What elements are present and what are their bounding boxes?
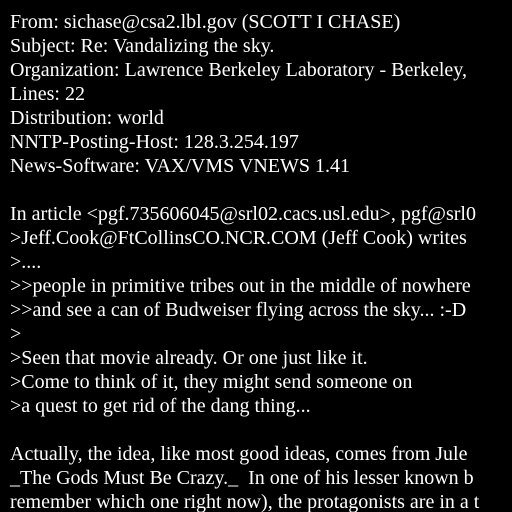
header-organization: Organization: Lawrence Berkeley Laborato… [10, 59, 468, 81]
quoted-line: >a quest to get rid of the dang thing... [10, 395, 311, 417]
post-text: From: sichase@csa2.lbl.gov (SCOTT I CHAS… [10, 10, 512, 512]
quoted-line: >>people in primitive tribes out in the … [10, 275, 471, 297]
quoted-line: >Seen that movie already. Or one just li… [10, 347, 368, 369]
header-distribution: Distribution: world [10, 107, 164, 129]
header-subject: Subject: Re: Vandalizing the sky. [10, 35, 275, 57]
header-from: From: sichase@csa2.lbl.gov (SCOTT I CHAS… [10, 11, 401, 33]
header-nntp-posting-host: NNTP-Posting-Host: 128.3.254.197 [10, 131, 299, 153]
quoted-line: >Come to think of it, they might send so… [10, 371, 413, 393]
quoted-line: >Jeff.Cook@FtCollinsCO.NCR.COM (Jeff Coo… [10, 227, 467, 249]
quoted-line: > [10, 323, 22, 345]
quoted-line: >.... [10, 251, 42, 273]
body-line: _The Gods Must Be Crazy._ In one of his … [10, 467, 474, 489]
body-line: Actually, the idea, like most good ideas… [10, 443, 468, 465]
newsgroup-post-view: From: sichase@csa2.lbl.gov (SCOTT I CHAS… [0, 0, 512, 512]
header-lines: Lines: 22 [10, 83, 85, 105]
quoted-line: >>and see a can of Budweiser flying acro… [10, 299, 467, 321]
body-line: remember which one right now), the prota… [10, 491, 480, 512]
quote-attribution: In article <pgf.735606045@srl02.cacs.usl… [10, 203, 476, 225]
header-news-software: News-Software: VAX/VMS VNEWS 1.41 [10, 155, 350, 177]
